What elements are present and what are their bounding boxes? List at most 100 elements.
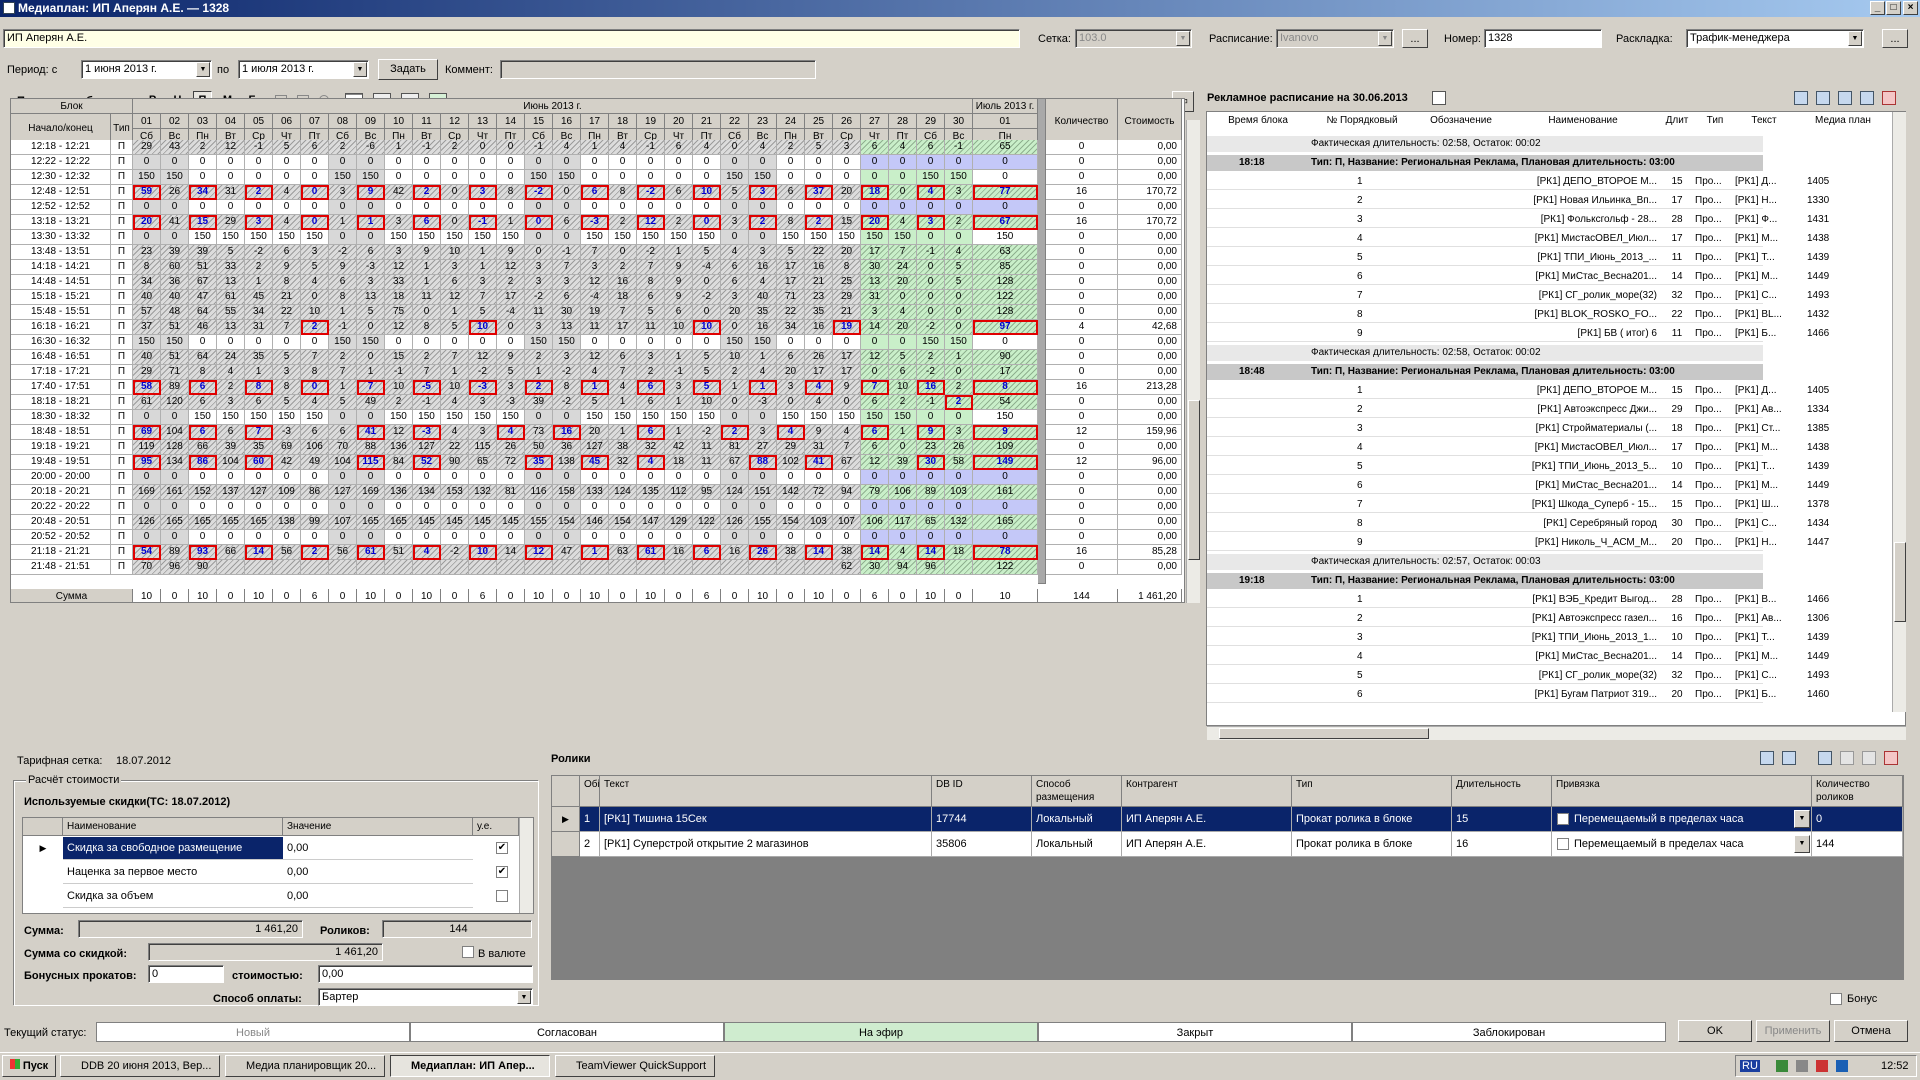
- grid-cell[interactable]: 0: [945, 410, 973, 425]
- grid-cell-july[interactable]: 67: [973, 215, 1038, 230]
- grid-cell[interactable]: 1: [329, 215, 357, 230]
- grid-cell[interactable]: [609, 560, 637, 575]
- grid-cell[interactable]: 30: [917, 455, 945, 470]
- grid-cell[interactable]: 9: [329, 260, 357, 275]
- schedule-item[interactable]: 6 [РК1] МиСтас_Весна201... 14 Про... [РК1] М…: [1207, 478, 1829, 494]
- grid-cell[interactable]: 4: [441, 425, 469, 440]
- grid-cell[interactable]: 2: [805, 215, 833, 230]
- grid-cell[interactable]: 6: [553, 215, 581, 230]
- grid-cell[interactable]: 29: [217, 215, 245, 230]
- grid-cell[interactable]: 25: [833, 275, 861, 290]
- roliki-cell[interactable]: 17744: [932, 807, 1032, 832]
- grid-cell[interactable]: 1: [665, 395, 693, 410]
- grid-cell[interactable]: 6: [189, 380, 217, 395]
- grid-cell[interactable]: 0: [329, 530, 357, 545]
- grid-cell[interactable]: 20: [721, 305, 749, 320]
- grid-cell[interactable]: 43: [161, 140, 189, 155]
- grid-cell[interactable]: 0: [329, 500, 357, 515]
- grid-cell[interactable]: 115: [357, 455, 385, 470]
- grid-cell[interactable]: 0: [693, 275, 721, 290]
- grid-cell[interactable]: 0: [861, 470, 889, 485]
- grid-cell[interactable]: 138: [273, 515, 301, 530]
- grid-cell[interactable]: 0: [693, 305, 721, 320]
- grid-cell[interactable]: 10: [469, 545, 497, 560]
- grid-cell[interactable]: 0: [665, 530, 693, 545]
- grid-cell[interactable]: 154: [553, 515, 581, 530]
- grid-cell[interactable]: 1: [497, 215, 525, 230]
- grid-cell[interactable]: -3: [413, 425, 441, 440]
- grid-cell[interactable]: 0: [497, 200, 525, 215]
- grid-cell[interactable]: 150: [161, 170, 189, 185]
- schedule-vscrollbar[interactable]: [1892, 112, 1906, 712]
- grid-cell[interactable]: 150: [889, 410, 917, 425]
- grid-cell[interactable]: 0: [693, 500, 721, 515]
- grid-cell[interactable]: 0: [385, 170, 413, 185]
- grid-cell[interactable]: 4: [693, 140, 721, 155]
- grid-cell[interactable]: 6: [637, 395, 665, 410]
- grid-cell[interactable]: 158: [553, 485, 581, 500]
- grid-cell[interactable]: 81: [721, 440, 749, 455]
- grid-cell[interactable]: 12: [861, 455, 889, 470]
- grid-cell[interactable]: 56: [273, 545, 301, 560]
- grid-cell[interactable]: -1: [385, 365, 413, 380]
- collapse-icon[interactable]: [1838, 91, 1852, 105]
- schedule-item[interactable]: 3 [РК1] Фольксгольф - 28... 28 Про... [РК1] …: [1207, 212, 1829, 228]
- discount-name[interactable]: Наценка за первое место: [63, 861, 283, 884]
- grid-cell[interactable]: 56: [329, 545, 357, 560]
- grid-cell[interactable]: 150: [525, 335, 553, 350]
- grid-cell-july[interactable]: 122: [973, 290, 1038, 305]
- grid-cell[interactable]: 11: [581, 320, 609, 335]
- grid-cell[interactable]: 7: [301, 350, 329, 365]
- grid-cell-july[interactable]: 78: [973, 545, 1038, 560]
- grid-cell[interactable]: 0: [749, 155, 777, 170]
- grid-cell[interactable]: 115: [469, 440, 497, 455]
- grid-cell[interactable]: 147: [637, 515, 665, 530]
- grid-cell[interactable]: 64: [189, 350, 217, 365]
- grid-cell[interactable]: 7: [441, 350, 469, 365]
- mediaplan-grid[interactable]: Блок Начало/конец Тип Июнь 2013 г. Июль 2013…: [10, 98, 1185, 603]
- grid-cell[interactable]: 0: [637, 470, 665, 485]
- apply-button[interactable]: Применить: [1756, 1020, 1830, 1042]
- grid-cell[interactable]: 7: [413, 365, 441, 380]
- grid-cell[interactable]: 67: [721, 455, 749, 470]
- roliki-cell[interactable]: Перемещаемый в пределах часа: [1552, 807, 1812, 832]
- grid-cell[interactable]: 5: [693, 365, 721, 380]
- grid-cell[interactable]: -2: [693, 425, 721, 440]
- grid-cell[interactable]: 0: [945, 365, 973, 380]
- grid-cell[interactable]: 12: [637, 215, 665, 230]
- grid-cell[interactable]: 10: [301, 305, 329, 320]
- grid-cell[interactable]: 30: [861, 260, 889, 275]
- grid-cell[interactable]: 5: [581, 395, 609, 410]
- grid-cell[interactable]: 0: [385, 335, 413, 350]
- grid-cell[interactable]: 154: [777, 515, 805, 530]
- roliki-cell[interactable]: Перемещаемый в пределах часа: [1552, 832, 1812, 857]
- grid-cell[interactable]: 2: [945, 395, 973, 410]
- schedule-hscroll-thumb[interactable]: [1219, 728, 1429, 739]
- grid-cell[interactable]: 5: [469, 305, 497, 320]
- discount-value[interactable]: 0,00: [283, 861, 473, 884]
- grid-cell[interactable]: 26: [805, 350, 833, 365]
- grid-cell[interactable]: 13: [357, 290, 385, 305]
- grid-cell[interactable]: 2: [413, 350, 441, 365]
- grid-cell[interactable]: 3: [749, 185, 777, 200]
- grid-cell[interactable]: 4: [749, 365, 777, 380]
- grid-cell[interactable]: 37: [133, 320, 161, 335]
- grid-cell[interactable]: 15: [385, 350, 413, 365]
- grid-cell[interactable]: 150: [609, 410, 637, 425]
- grid-cell[interactable]: 150: [189, 230, 217, 245]
- grid-cell[interactable]: 40: [133, 290, 161, 305]
- grid-cell[interactable]: 8: [329, 290, 357, 305]
- grid-cell[interactable]: 150: [889, 230, 917, 245]
- grid-cell[interactable]: 30: [861, 560, 889, 575]
- grid-cell[interactable]: 72: [497, 455, 525, 470]
- grid-cell[interactable]: 66: [189, 440, 217, 455]
- grid-cell[interactable]: 0: [273, 470, 301, 485]
- grid-cell[interactable]: -2: [917, 365, 945, 380]
- roliki-cell[interactable]: Локальный: [1032, 807, 1122, 832]
- grid-cell[interactable]: 0: [917, 500, 945, 515]
- grid-cell[interactable]: 52: [413, 455, 441, 470]
- grid-cell[interactable]: 32: [609, 455, 637, 470]
- grid-cell[interactable]: 0: [189, 470, 217, 485]
- layout-icon[interactable]: [1794, 91, 1808, 105]
- grid-cell[interactable]: 0: [273, 155, 301, 170]
